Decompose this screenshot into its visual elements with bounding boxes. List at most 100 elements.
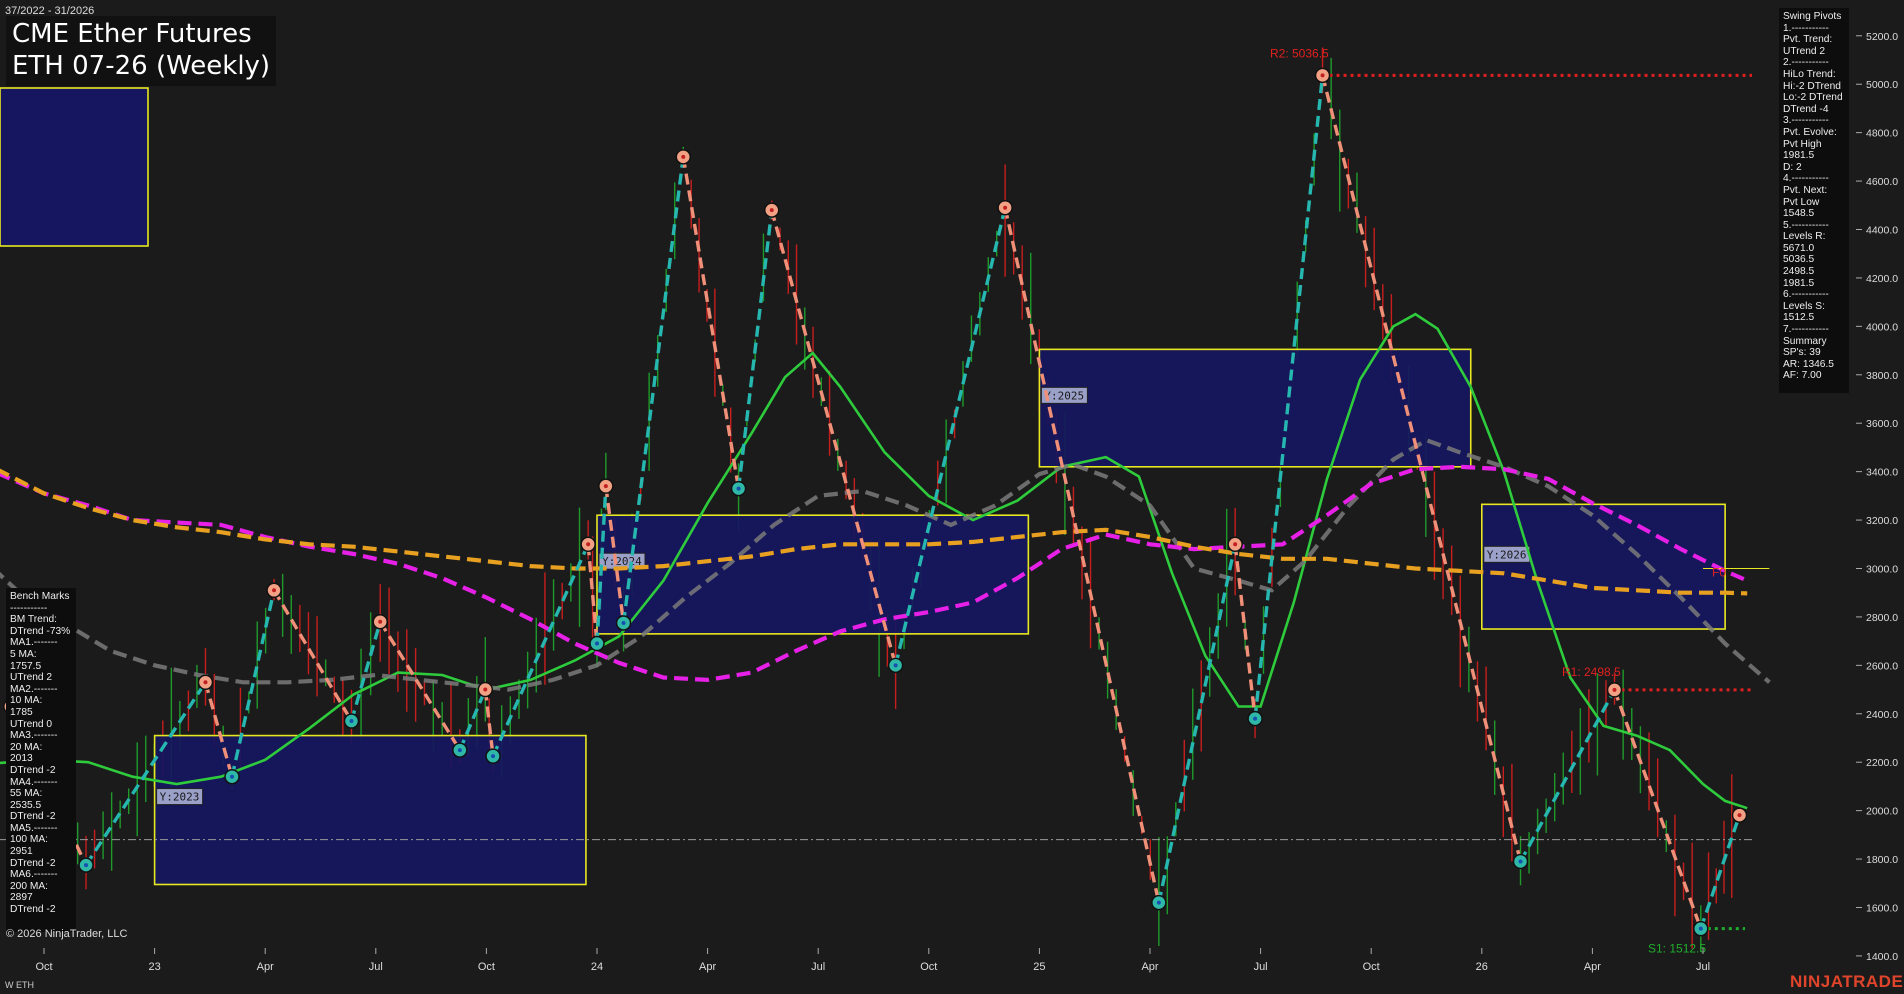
instrument-name: CME Ether Futures bbox=[12, 19, 252, 49]
panel-line: 1981.5 bbox=[1783, 150, 1815, 162]
year-label: Y:2023 bbox=[160, 791, 200, 804]
pivot-dot bbox=[736, 486, 741, 491]
price-chart[interactable]: Y:2023Y:2024Y:2025Y:2026 R2: 5036.5R1: 2… bbox=[0, 0, 1904, 994]
panel-line: 1548.5 bbox=[1783, 208, 1815, 220]
y-axis-bg bbox=[1858, 0, 1904, 994]
y-tick-label: 3200.0 bbox=[1866, 515, 1898, 527]
y-tick-label: 2600.0 bbox=[1866, 660, 1898, 672]
y-tick-label: 4000.0 bbox=[1866, 321, 1898, 333]
panel-line: UTrend 2 bbox=[1783, 45, 1826, 57]
x-tick-label: Jul bbox=[369, 961, 383, 973]
y-tick-label: 2200.0 bbox=[1866, 757, 1898, 769]
y-tick-label: 2400.0 bbox=[1866, 709, 1898, 721]
panel-line: 3.----------- bbox=[1783, 115, 1829, 127]
pivot-dot bbox=[378, 619, 383, 624]
panel-line: Pvt. Next: bbox=[1783, 184, 1828, 196]
swing-line bbox=[272, 589, 353, 722]
y-tick-label: 4800.0 bbox=[1866, 128, 1898, 140]
panel-line: BM Trend: bbox=[10, 614, 57, 626]
x-tick-label: Apr bbox=[1584, 961, 1601, 973]
y-tick-label: 5200.0 bbox=[1866, 31, 1898, 43]
pivot-dot bbox=[586, 542, 591, 547]
panel-line: 10 MA: bbox=[10, 695, 43, 707]
chart-title-box: CME Ether Futures ETH 07-26 (Weekly) bbox=[6, 16, 277, 86]
y-tick-label: 4200.0 bbox=[1866, 273, 1898, 285]
panel-line: Pvt High bbox=[1783, 138, 1822, 150]
panel-line: UTrend 2 bbox=[10, 672, 53, 684]
panel-line: 1.----------- bbox=[1783, 22, 1829, 34]
x-tick-label: Oct bbox=[920, 961, 937, 973]
swing-line bbox=[378, 620, 462, 751]
panel-line: 5.----------- bbox=[1783, 219, 1829, 231]
panel-line: 2535.5 bbox=[10, 799, 42, 811]
pivot-dot bbox=[1612, 687, 1617, 692]
panel-line: DTrend -2 bbox=[10, 811, 56, 823]
pivot-dot bbox=[1320, 73, 1325, 78]
pivot-dot bbox=[603, 484, 608, 489]
panel-line: Lo:-2 DTrend bbox=[1783, 92, 1843, 104]
x-tick-label: Jul bbox=[1254, 961, 1268, 973]
pivot-dot bbox=[349, 719, 354, 724]
x-tick-label: 24 bbox=[591, 961, 603, 973]
panel-line: Pvt. Evolve: bbox=[1783, 126, 1837, 138]
panel-line: AR: 1346.5 bbox=[1783, 358, 1834, 370]
x-tick-label: Oct bbox=[35, 961, 52, 973]
pivot-dot bbox=[203, 680, 208, 685]
pivot-dot bbox=[1003, 205, 1008, 210]
pivot-dot bbox=[457, 748, 462, 753]
y-tick-label: 3000.0 bbox=[1866, 563, 1898, 575]
y-tick-label: 2800.0 bbox=[1866, 612, 1898, 624]
swing-line bbox=[349, 621, 382, 722]
x-tick-label: 26 bbox=[1476, 961, 1488, 973]
panel-line: 1981.5 bbox=[1783, 277, 1815, 289]
y-tick-label: 3600.0 bbox=[1866, 418, 1898, 430]
pivot-dot bbox=[1233, 542, 1238, 547]
x-tick-label: 23 bbox=[148, 961, 160, 973]
year-range-box bbox=[153, 734, 587, 886]
panel-line: D: 2 bbox=[1783, 161, 1802, 173]
panel-line: 5671.0 bbox=[1783, 242, 1815, 254]
pivot-dot bbox=[84, 863, 89, 868]
panel-line: MA5.------- bbox=[10, 822, 58, 834]
x-tick-label: Jul bbox=[1696, 961, 1710, 973]
panel-line: Pvt Low bbox=[1783, 196, 1820, 208]
pivot-dot bbox=[1737, 813, 1742, 818]
y-tick-label: 3800.0 bbox=[1866, 370, 1898, 382]
panel-line: DTrend -2 bbox=[10, 904, 56, 916]
panel-line: MA2.------- bbox=[10, 683, 58, 695]
pivot-dot bbox=[769, 208, 774, 213]
panel-line: Levels S: bbox=[1783, 300, 1825, 312]
pivot-dot bbox=[1253, 716, 1258, 721]
pivot-dot bbox=[595, 641, 599, 646]
range-box-offscreen bbox=[0, 87, 149, 247]
panel-line: MA3.------- bbox=[10, 730, 58, 742]
x-tick-label: 25 bbox=[1033, 961, 1045, 973]
pivot-dot bbox=[681, 154, 686, 159]
swing-line bbox=[1699, 814, 1742, 930]
panel-line: 4.----------- bbox=[1783, 173, 1829, 185]
level-label: F0 bbox=[1712, 565, 1726, 579]
panel-line: 2498.5 bbox=[1783, 266, 1815, 278]
x-tick-label: Apr bbox=[699, 961, 716, 973]
panel-line: Levels R: bbox=[1783, 231, 1826, 243]
panel-line: ----------- bbox=[10, 602, 48, 614]
panel-line: 5 MA: bbox=[10, 648, 37, 660]
ninjatrader-logo: NINJATRADER bbox=[1790, 972, 1904, 991]
x-tick-label: Oct bbox=[478, 961, 495, 973]
panel-line: MA1.------- bbox=[10, 637, 58, 649]
x-tick-label: Apr bbox=[1141, 961, 1158, 973]
panel-line: DTrend -2 bbox=[10, 857, 56, 869]
y-tick-label: 1400.0 bbox=[1866, 951, 1898, 963]
copyright: © 2026 NinjaTrader, LLC bbox=[6, 928, 128, 940]
year-label: Y:2026 bbox=[1487, 548, 1527, 561]
swing-pivots-panel: Swing Pivots 1.----------- Pvt. Trend: UTre… bbox=[1779, 8, 1849, 393]
panel-line: 55 MA: bbox=[10, 788, 43, 800]
instrument-symbol: ETH 07-26 (Weekly) bbox=[12, 51, 271, 81]
panel-line: 1757.5 bbox=[10, 660, 42, 672]
year-label: Y:2025 bbox=[1044, 389, 1084, 402]
y-tick-label: 4400.0 bbox=[1866, 225, 1898, 237]
pivot-dot bbox=[893, 663, 898, 668]
panel-line: 1512.5 bbox=[1783, 312, 1815, 324]
panel-line: Bench Marks bbox=[10, 591, 70, 602]
y-tick-label: 1600.0 bbox=[1866, 902, 1898, 914]
